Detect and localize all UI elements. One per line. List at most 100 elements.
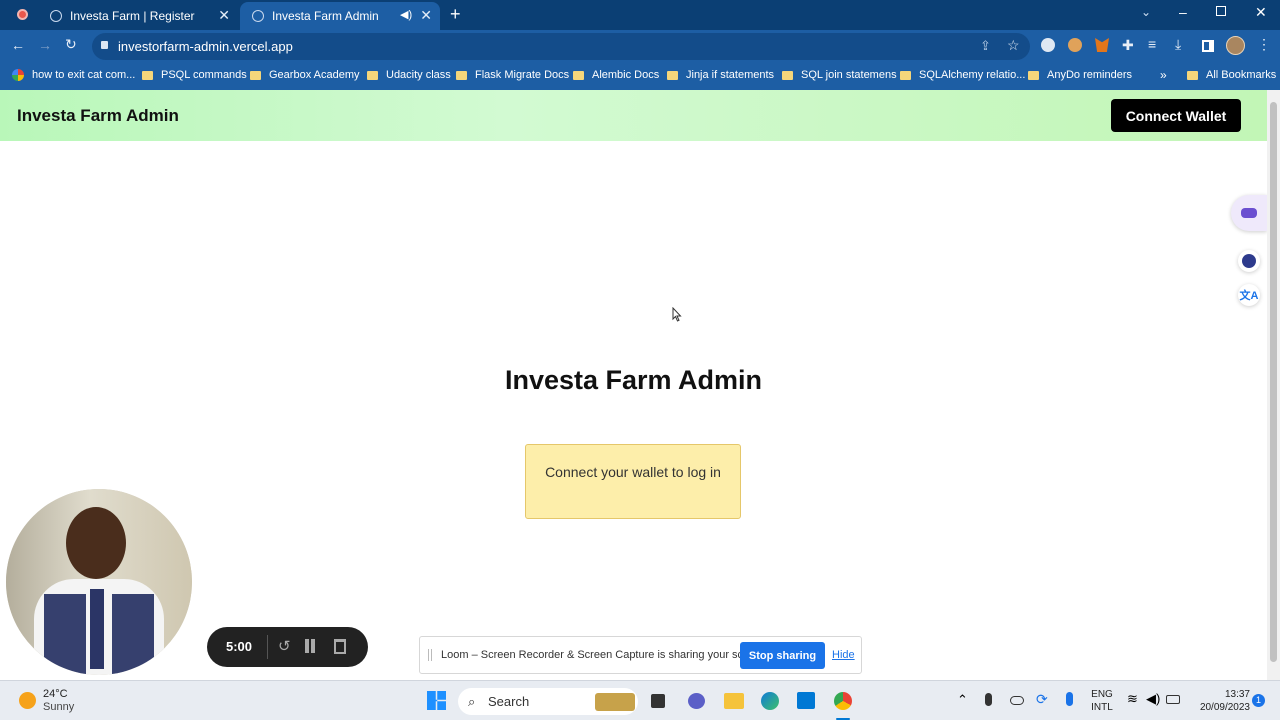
taskbar-search[interactable]: ⌕ Search bbox=[458, 688, 638, 715]
bookmark-label: Flask Migrate Docs bbox=[475, 69, 570, 81]
login-notice: Connect your wallet to log in bbox=[525, 444, 741, 519]
presenter-head bbox=[66, 507, 126, 579]
globe-icon bbox=[252, 10, 264, 22]
pause-icon[interactable] bbox=[305, 639, 309, 653]
share-icon[interactable]: ⇪ bbox=[980, 38, 991, 54]
bookmark-label: PSQL commands bbox=[161, 69, 247, 81]
tab-admin[interactable]: Investa Farm Admin ◀) ✕ bbox=[240, 2, 440, 30]
tray-overflow-icon[interactable]: ⌃ bbox=[957, 692, 968, 708]
edge-icon[interactable] bbox=[761, 692, 779, 710]
download-icon[interactable]: ⤓ bbox=[1175, 36, 1181, 53]
browser-toolbar: ← → ↻ investorfarm-admin.vercel.app ⇪ ☆ … bbox=[0, 30, 1280, 63]
folder-icon bbox=[250, 70, 261, 80]
bookmark-item[interactable]: how to exit cat com... bbox=[12, 69, 135, 81]
bookmarks-bar: how to exit cat com... PSQL commands Gea… bbox=[0, 63, 1280, 90]
battery-icon[interactable] bbox=[1166, 695, 1180, 704]
profile-avatar[interactable] bbox=[1226, 36, 1245, 55]
lang-primary: ENG bbox=[1091, 689, 1113, 700]
globe-icon bbox=[50, 10, 62, 22]
mic-icon[interactable] bbox=[985, 693, 992, 706]
more-bookmarks-icon[interactable]: » bbox=[1160, 68, 1167, 82]
onedrive-icon[interactable] bbox=[1010, 696, 1024, 705]
teams-chat-icon[interactable] bbox=[688, 693, 705, 709]
webcam-bubble[interactable] bbox=[6, 489, 192, 675]
menu-kebab-icon[interactable]: ⋮ bbox=[1257, 36, 1271, 53]
address-bar[interactable]: investorfarm-admin.vercel.app ⇪ ☆ bbox=[92, 33, 1030, 60]
notification-badge[interactable]: 1 bbox=[1252, 694, 1265, 707]
clock[interactable]: 13:37 20/09/2023 bbox=[1188, 688, 1250, 714]
hide-link[interactable]: Hide bbox=[832, 649, 855, 661]
start-windows-icon[interactable] bbox=[427, 691, 446, 710]
extension-cookie-icon[interactable] bbox=[1068, 38, 1082, 52]
speaker-icon[interactable]: ◀) bbox=[400, 8, 412, 21]
sync-icon[interactable]: ⟳ bbox=[1036, 691, 1048, 708]
page-scrollbar[interactable] bbox=[1267, 90, 1280, 680]
translate-icon[interactable]: 文A bbox=[1238, 284, 1260, 306]
new-tab-icon[interactable]: + bbox=[450, 4, 461, 25]
close-window-icon[interactable]: ✕ bbox=[1255, 4, 1267, 21]
search-highlight-image bbox=[595, 693, 635, 711]
bookmark-item[interactable]: SQL join statemens bbox=[782, 69, 897, 81]
delete-icon[interactable] bbox=[334, 639, 346, 654]
close-tab-icon[interactable]: ✕ bbox=[420, 7, 432, 24]
clock-date: 20/09/2023 bbox=[1199, 702, 1250, 713]
lang-secondary: INTL bbox=[1091, 702, 1113, 713]
folder-icon bbox=[667, 70, 678, 80]
task-view-icon[interactable] bbox=[651, 694, 665, 708]
wifi-icon[interactable]: ≋ bbox=[1127, 691, 1138, 707]
weather-temp: 24°C bbox=[43, 688, 68, 700]
tab-register[interactable]: Investa Farm | Register ✕ bbox=[38, 2, 238, 30]
lock-icon bbox=[101, 41, 108, 49]
file-explorer-icon[interactable] bbox=[724, 693, 744, 709]
bookmark-item[interactable]: PSQL commands bbox=[142, 69, 247, 81]
metamask-fox-icon[interactable] bbox=[1095, 38, 1109, 52]
bookmark-label: Udacity class bbox=[386, 69, 451, 81]
folder-icon bbox=[1187, 70, 1198, 80]
app-header: Investa Farm Admin Connect Wallet bbox=[0, 90, 1267, 141]
bookmark-label: Jinja if statements bbox=[686, 69, 775, 81]
bookmark-label: All Bookmarks bbox=[1206, 69, 1277, 81]
bookmark-star-icon[interactable]: ☆ bbox=[1007, 37, 1020, 54]
drag-handle-icon[interactable] bbox=[428, 649, 432, 661]
bookmark-item[interactable]: Alembic Docs bbox=[573, 69, 659, 81]
chrome-icon[interactable] bbox=[834, 692, 852, 710]
bookmark-item[interactable]: Udacity class bbox=[367, 69, 451, 81]
store-icon[interactable] bbox=[797, 692, 815, 709]
restore-icon[interactable] bbox=[1216, 6, 1226, 16]
tab-title: Investa Farm | Register bbox=[70, 9, 195, 23]
bookmark-label: SQL join statemens bbox=[801, 69, 897, 81]
volume-icon[interactable]: ◀) bbox=[1146, 691, 1160, 707]
browser-tab-bar: Investa Farm | Register ✕ Investa Farm A… bbox=[0, 0, 1280, 30]
google-icon bbox=[12, 69, 24, 81]
extension-ghost-icon[interactable] bbox=[1041, 38, 1055, 52]
folder-icon bbox=[456, 70, 467, 80]
minimize-icon[interactable]: – bbox=[1179, 4, 1187, 20]
bookmark-item[interactable]: SQLAlchemy relatio... bbox=[900, 69, 1025, 81]
stop-sharing-button[interactable]: Stop sharing bbox=[740, 642, 825, 669]
bookmark-label: AnyDo reminders bbox=[1047, 69, 1132, 81]
reload-icon[interactable]: ↻ bbox=[65, 36, 77, 53]
folder-icon bbox=[142, 70, 153, 80]
clock-time: 13:37 bbox=[1224, 689, 1250, 700]
mouse-cursor-icon bbox=[672, 307, 682, 322]
forward-icon[interactable]: → bbox=[38, 37, 52, 53]
chat-bot-icon[interactable] bbox=[1238, 250, 1260, 272]
back-icon[interactable]: ← bbox=[11, 37, 25, 53]
language-indicator[interactable]: ENG INTL bbox=[1089, 688, 1115, 714]
bookmark-item[interactable]: Jinja if statements bbox=[667, 69, 774, 81]
voice-icon[interactable] bbox=[1066, 692, 1073, 706]
scrollbar-thumb[interactable] bbox=[1270, 102, 1277, 662]
close-tab-icon[interactable]: ✕ bbox=[218, 7, 230, 24]
ai-assistant-icon[interactable] bbox=[1231, 195, 1267, 231]
app-brand[interactable]: Investa Farm Admin bbox=[17, 106, 179, 126]
bookmark-item[interactable]: Flask Migrate Docs bbox=[456, 69, 569, 81]
all-bookmarks[interactable]: All Bookmarks bbox=[1187, 69, 1276, 81]
bookmark-item[interactable]: Gearbox Academy bbox=[250, 69, 360, 81]
tab-search-icon[interactable]: ⌄ bbox=[1141, 5, 1151, 19]
reading-list-icon[interactable]: ≡ bbox=[1148, 36, 1156, 52]
bookmark-item[interactable]: AnyDo reminders bbox=[1028, 69, 1132, 81]
extensions-puzzle-icon[interactable]: ✚ bbox=[1122, 37, 1134, 54]
side-panel-icon[interactable] bbox=[1202, 40, 1214, 52]
restart-icon[interactable]: ↺ bbox=[278, 637, 291, 655]
connect-wallet-button[interactable]: Connect Wallet bbox=[1111, 99, 1241, 132]
